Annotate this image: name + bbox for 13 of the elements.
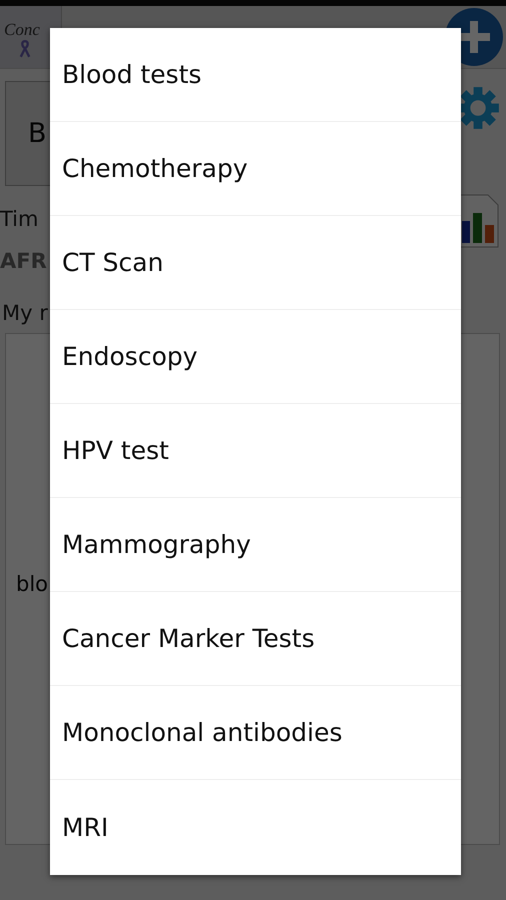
menu-item[interactable]: HPV test: [50, 404, 461, 498]
menu-item[interactable]: Monoclonal antibodies: [50, 686, 461, 780]
ribbon-icon: [18, 40, 32, 58]
menu-item[interactable]: Blood tests: [50, 28, 461, 122]
time-label: Tim: [0, 207, 40, 231]
notes-label: My r: [2, 301, 49, 325]
menu-item[interactable]: CT Scan: [50, 216, 461, 310]
menu-item[interactable]: MRI: [50, 780, 461, 874]
logo-text: Conc: [4, 20, 40, 40]
menu-item[interactable]: Mammography: [50, 498, 461, 592]
menu-item[interactable]: Endoscopy: [50, 310, 461, 404]
menu-item[interactable]: Chemotherapy: [50, 122, 461, 216]
menu-item[interactable]: Cancer Marker Tests: [50, 592, 461, 686]
